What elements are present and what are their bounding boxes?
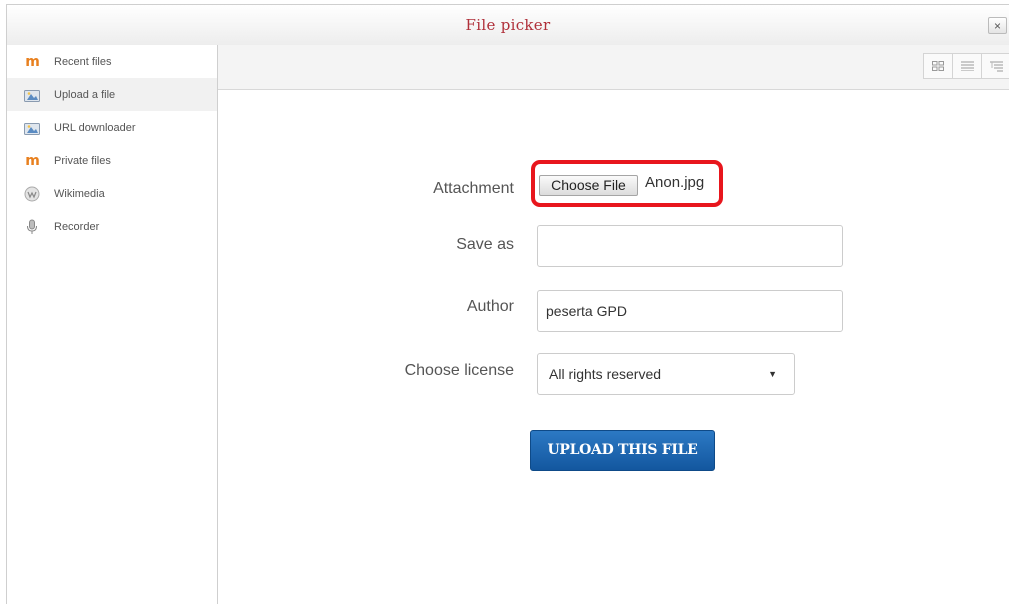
file-picker-dialog: File picker × m Recent files Upload a fi… xyxy=(6,4,1009,604)
repository-sidebar: m Recent files Upload a file URL downloa… xyxy=(7,45,218,604)
moodle-icon: m xyxy=(25,152,40,169)
sidebar-item-label: Wikimedia xyxy=(54,187,105,200)
sidebar-item-wikimedia[interactable]: Wikimedia xyxy=(7,177,217,210)
dialog-titlebar: File picker × xyxy=(7,5,1009,46)
tree-view-icon[interactable] xyxy=(981,53,1009,79)
view-mode-group xyxy=(923,53,1009,79)
moodle-icon: m xyxy=(25,53,40,70)
dialog-title: File picker xyxy=(465,16,551,34)
sidebar-item-url-downloader[interactable]: URL downloader xyxy=(7,111,217,144)
sidebar-item-label: Private files xyxy=(54,154,111,167)
wikimedia-icon xyxy=(24,186,40,202)
save-as-input[interactable] xyxy=(537,225,843,267)
close-button[interactable]: × xyxy=(988,17,1007,34)
sidebar-item-recorder[interactable]: Recorder xyxy=(7,210,217,243)
chosen-file-name: Anon.jpg xyxy=(645,174,705,191)
save-as-label: Save as xyxy=(456,236,514,253)
author-input[interactable]: peserta GPD xyxy=(537,290,843,332)
license-label: Choose license xyxy=(404,362,514,379)
sidebar-item-private-files[interactable]: m Private files xyxy=(7,144,217,177)
sidebar-item-label: Recorder xyxy=(54,220,100,233)
upload-this-file-button[interactable]: UPLOAD THIS FILE xyxy=(530,430,715,471)
view-toolbar xyxy=(218,45,1009,90)
sidebar-item-label: Upload a file xyxy=(54,88,116,101)
attachment-label: Attachment xyxy=(433,180,514,197)
choose-file-button[interactable]: Choose File xyxy=(539,175,638,196)
author-label: Author xyxy=(466,298,514,315)
grid-view-icon[interactable] xyxy=(923,53,953,79)
list-view-icon[interactable] xyxy=(952,53,982,79)
license-select[interactable]: All rights reserved ▼ xyxy=(537,353,795,395)
sidebar-item-label: URL downloader xyxy=(54,121,136,134)
microphone-icon xyxy=(24,219,40,235)
url-download-icon xyxy=(24,120,40,136)
upload-icon xyxy=(24,87,40,103)
dropdown-caret-icon: ▼ xyxy=(768,369,777,379)
sidebar-item-upload-a-file[interactable]: Upload a file xyxy=(7,78,217,111)
sidebar-item-recent-files[interactable]: m Recent files xyxy=(7,45,217,78)
sidebar-item-label: Recent files xyxy=(54,55,112,68)
license-selected-value: All rights reserved xyxy=(549,366,662,382)
